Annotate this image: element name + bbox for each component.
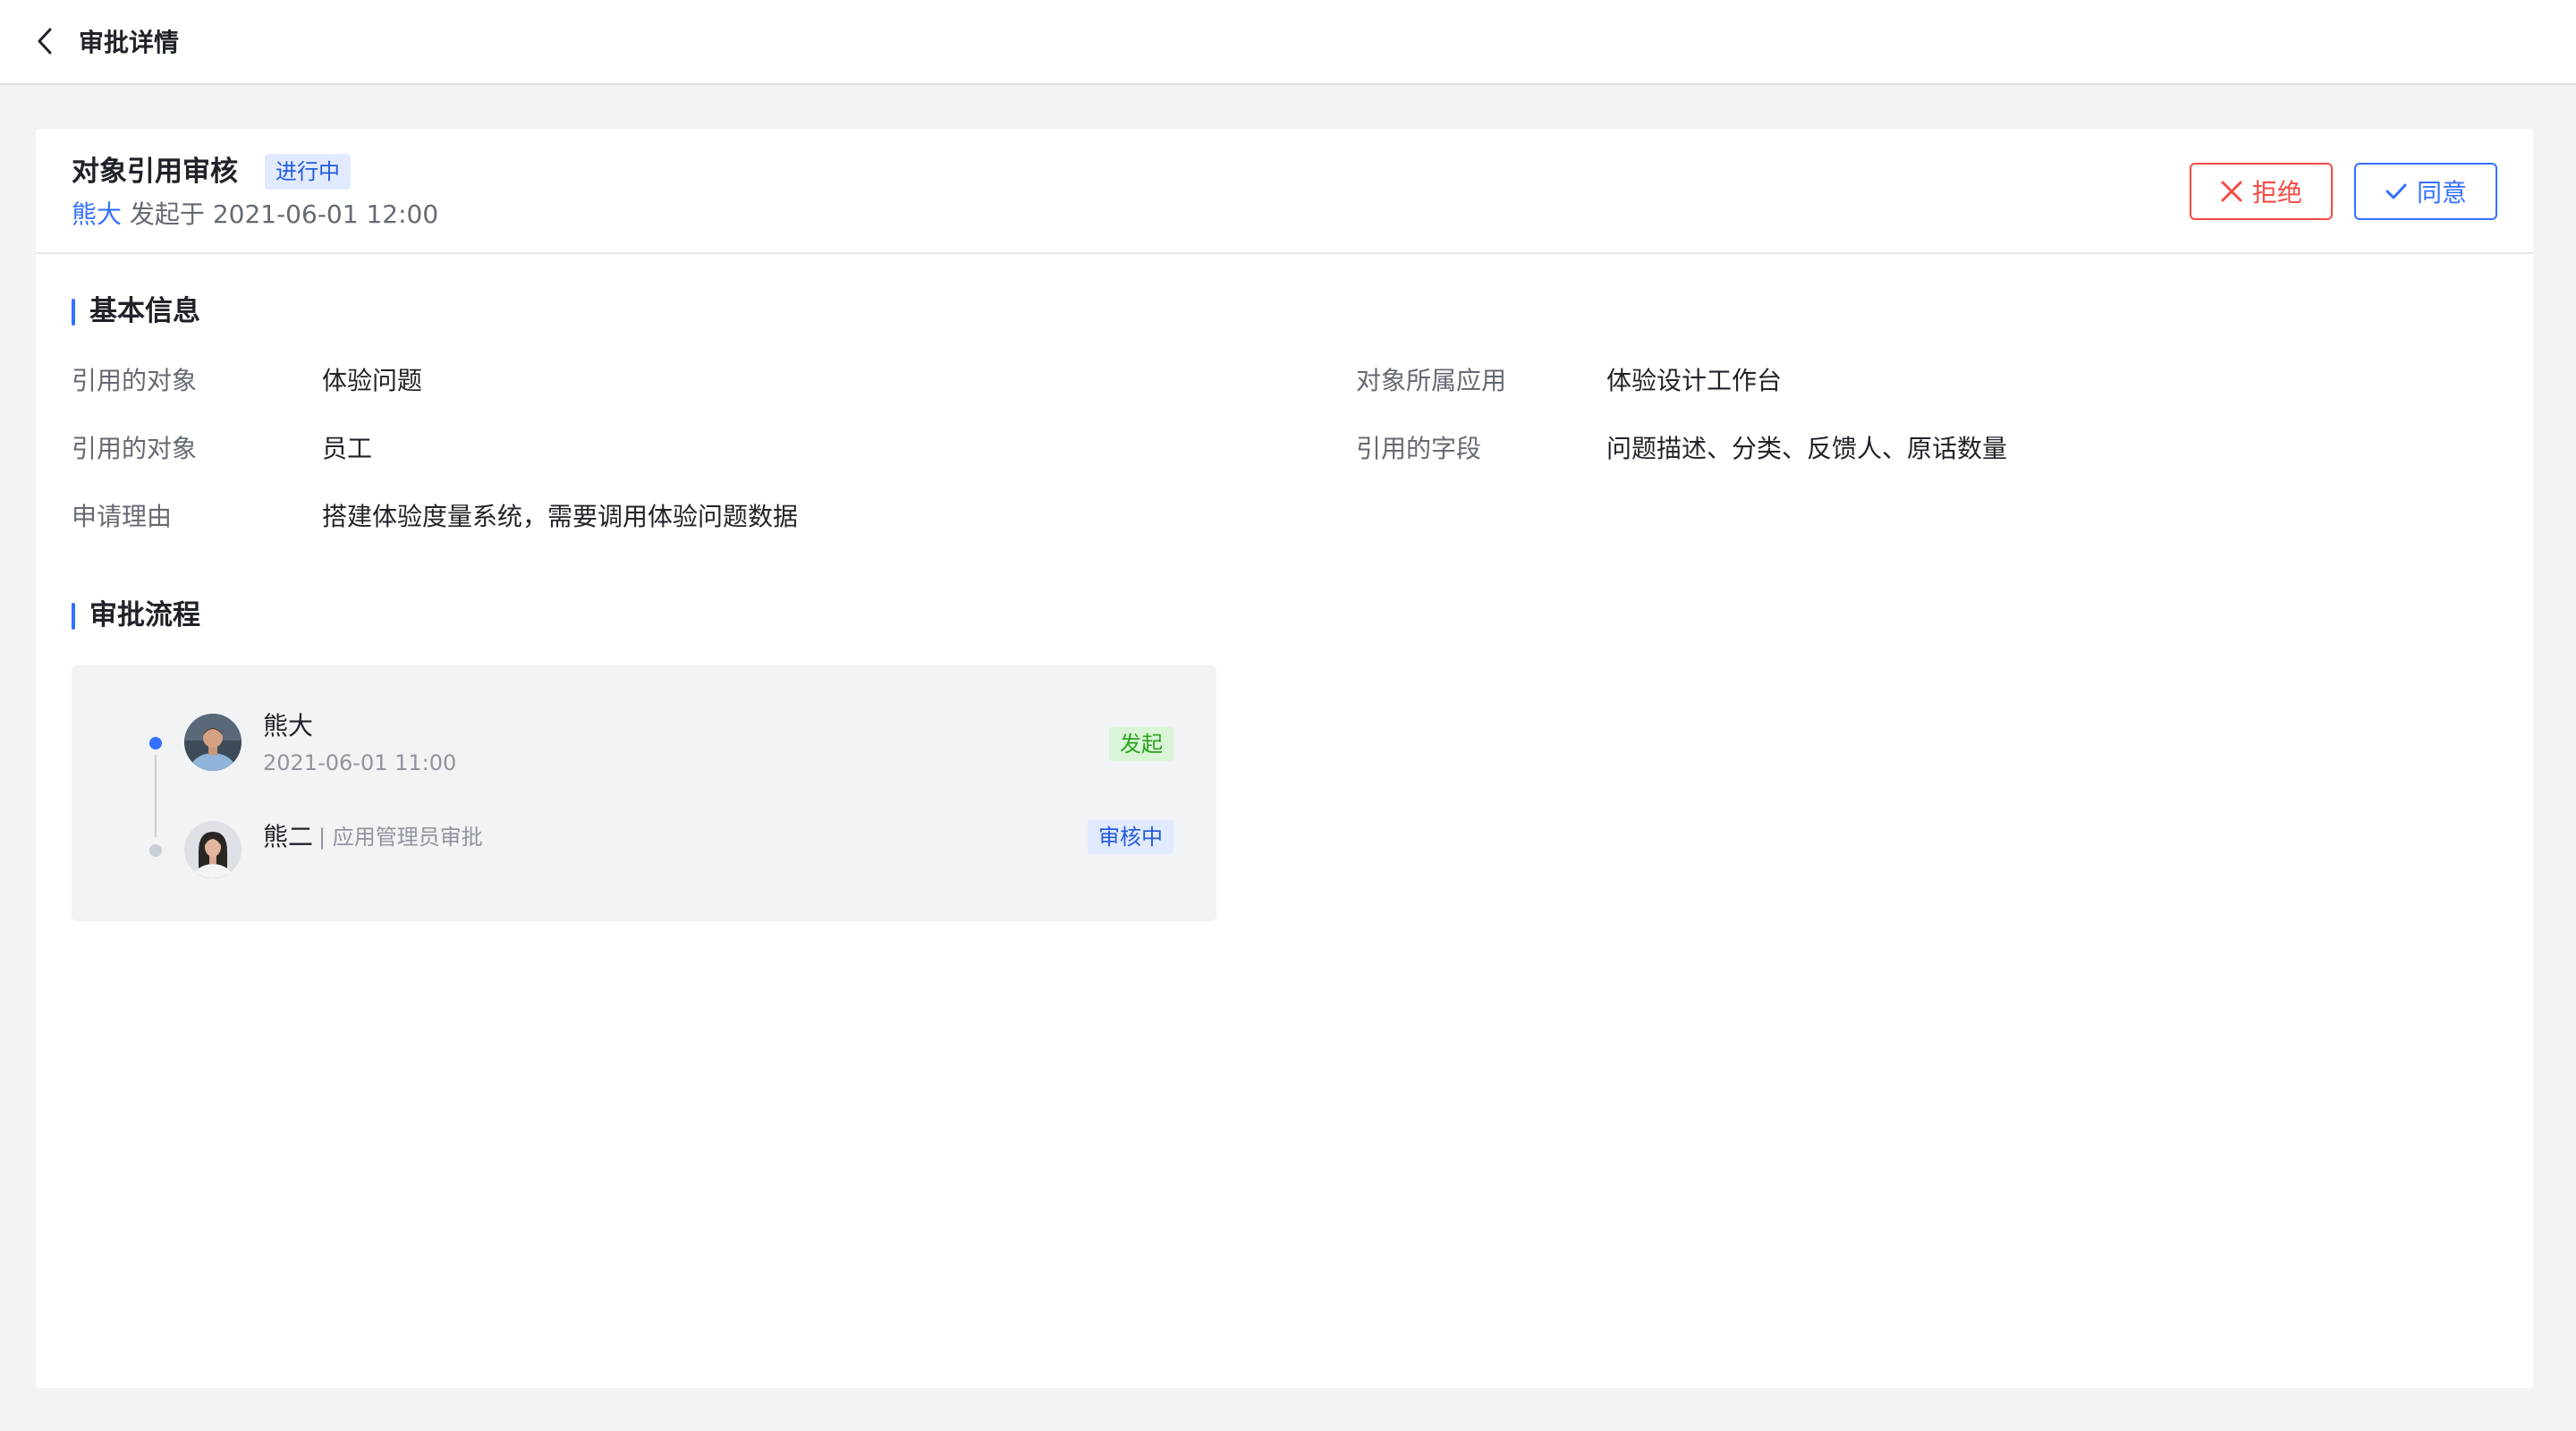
section-title-approval-flow: 审批流程 bbox=[72, 596, 200, 635]
info-value: 搭建体验度量系统，需要调用体验问题数据 bbox=[322, 502, 799, 531]
info-value: 体验问题 bbox=[322, 366, 423, 395]
request-title: 对象引用审核 bbox=[72, 156, 238, 188]
flow-dot-pending bbox=[149, 844, 162, 857]
flow-dot-active bbox=[149, 737, 162, 749]
approve-button[interactable]: 同意 bbox=[2354, 163, 2497, 220]
info-label: 引用的对象 bbox=[72, 434, 198, 463]
flow-connector bbox=[155, 755, 157, 837]
step-time: 2021-06-01 11:00 bbox=[263, 750, 457, 775]
page-title: 审批详情 bbox=[79, 28, 180, 57]
info-value: 体验设计工作台 bbox=[1606, 366, 1783, 395]
step-status-badge: 发起 bbox=[1109, 727, 1174, 761]
approve-label: 同意 bbox=[2416, 178, 2467, 207]
chevron-left-icon[interactable] bbox=[27, 23, 63, 59]
approval-card: 对象引用审核 进行中 熊大 发起于 2021-06-01 12:00 拒绝 同意… bbox=[36, 129, 2533, 1388]
top-bar: 审批详情 bbox=[0, 0, 2576, 85]
info-label: 申请理由 bbox=[72, 502, 173, 531]
request-meta: 熊大 发起于 2021-06-01 12:00 bbox=[72, 197, 438, 233]
card-header: 对象引用审核 进行中 熊大 发起于 2021-06-01 12:00 拒绝 同意 bbox=[36, 129, 2533, 254]
step-person-name: 熊大 bbox=[263, 711, 314, 741]
info-value: 问题描述、分类、反馈人、原话数量 bbox=[1606, 434, 2008, 463]
step-status-badge: 审核中 bbox=[1088, 820, 1174, 854]
info-value: 员工 bbox=[322, 434, 373, 463]
close-icon bbox=[2221, 181, 2242, 202]
section-title-basic-info: 基本信息 bbox=[72, 292, 200, 331]
step-person-name: 熊二 bbox=[263, 822, 314, 851]
initiator-link[interactable]: 熊大 bbox=[72, 199, 122, 229]
step-role: | 应用管理员审批 bbox=[318, 825, 483, 850]
info-label: 引用的字段 bbox=[1356, 434, 1482, 463]
initiated-time: 发起于 2021-06-01 12:00 bbox=[129, 199, 439, 229]
approval-flow: 熊大 2021-06-01 11:00 发起 熊二 | 应用管理员审批 审核中 bbox=[72, 665, 1216, 921]
reject-label: 拒绝 bbox=[2251, 178, 2302, 207]
status-badge: 进行中 bbox=[265, 154, 351, 190]
reject-button[interactable]: 拒绝 bbox=[2190, 163, 2333, 220]
avatar bbox=[184, 714, 242, 771]
info-label: 对象所属应用 bbox=[1356, 366, 1507, 395]
avatar bbox=[184, 821, 242, 878]
info-label: 引用的对象 bbox=[72, 366, 198, 395]
check-icon bbox=[2385, 183, 2407, 199]
